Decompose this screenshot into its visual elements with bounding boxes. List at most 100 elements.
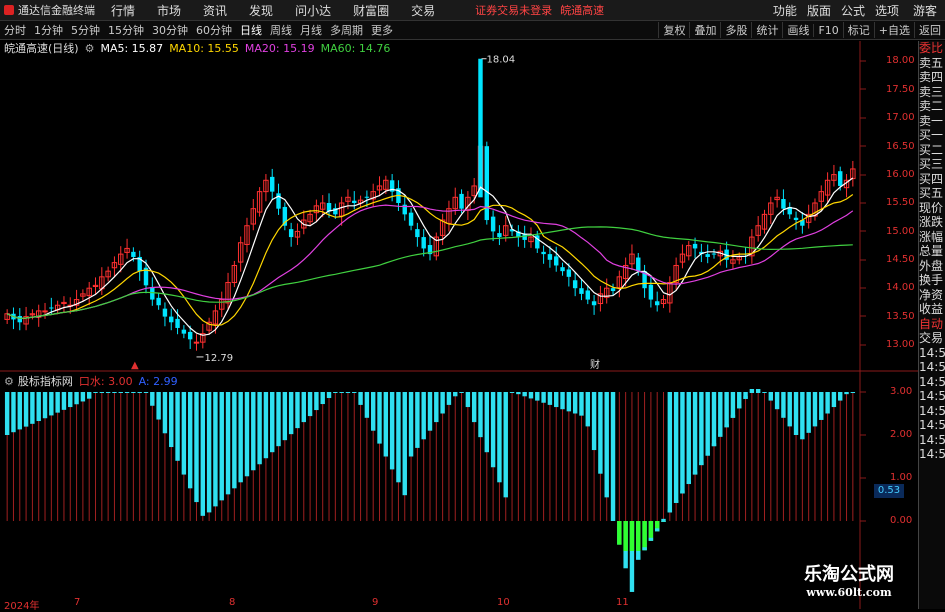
indicator-cyan-bar xyxy=(162,392,168,434)
indicator-cyan-bar xyxy=(238,392,243,483)
guest-user[interactable]: 游客 xyxy=(913,2,937,19)
menu-market[interactable]: 市场 xyxy=(157,2,181,19)
indicator-cyan-bar xyxy=(257,392,262,465)
period-1min[interactable]: 1分钟 xyxy=(30,22,67,38)
side-item: 涨跌 xyxy=(919,215,944,229)
period-5min[interactable]: 5分钟 xyxy=(67,22,104,38)
indicator-cyan-bar xyxy=(427,392,433,431)
price-tick: 17.00 xyxy=(886,112,915,123)
candle-down xyxy=(692,243,698,249)
tool-stats[interactable]: 统计 xyxy=(751,22,782,38)
indicator-cyan-bar xyxy=(364,392,370,418)
indicator-cyan-bar xyxy=(30,392,35,424)
indicator-cyan-bar xyxy=(673,392,679,503)
period-multi[interactable]: 多周期 xyxy=(326,22,367,38)
period-weekly[interactable]: 周线 xyxy=(266,22,296,38)
indicator-cyan-bar xyxy=(749,392,755,393)
indicator-cyan-bar xyxy=(705,392,710,456)
candle-down xyxy=(585,290,590,300)
toolbar: 复权 叠加 多股 统计 画线 F10 标记 +自选 返回 xyxy=(658,21,945,39)
indicator-cyan-bar xyxy=(509,392,515,393)
watermark: 乐淘公式网 www.60lt.com xyxy=(782,560,916,606)
indicator-dot xyxy=(718,433,723,437)
indicator-cyan-bar xyxy=(156,392,161,420)
indicator-cyan-bar xyxy=(80,392,86,402)
tool-mark[interactable]: 标记 xyxy=(842,22,874,38)
menu-quotes[interactable]: 行情 xyxy=(111,2,135,19)
indicator-cyan-bar xyxy=(169,392,174,448)
period-intraday[interactable]: 分时 xyxy=(0,22,30,38)
tool-f10[interactable]: F10 xyxy=(813,23,842,37)
side-item: 自动 xyxy=(919,316,944,331)
tool-draw[interactable]: 画线 xyxy=(782,22,813,38)
indicator-cyan-bar xyxy=(370,392,376,431)
period-monthly[interactable]: 月线 xyxy=(296,22,326,38)
indicator-dot xyxy=(673,499,679,503)
menu-options[interactable]: 选项 xyxy=(875,2,899,19)
indicator-cyan-bar xyxy=(585,392,590,427)
price-tick: 15.50 xyxy=(886,197,915,208)
date-tick: 10 xyxy=(497,597,510,608)
tool-adjust[interactable]: 复权 xyxy=(658,22,689,38)
indicator-cyan-bar xyxy=(730,392,736,418)
menu-layout[interactable]: 版面 xyxy=(807,2,831,19)
menu-news[interactable]: 资讯 xyxy=(203,2,227,19)
menu-function[interactable]: 功能 xyxy=(773,2,797,19)
candle-down xyxy=(131,251,136,257)
period-daily[interactable]: 日线 xyxy=(236,22,266,38)
menu-wealth[interactable]: 财富圈 xyxy=(353,2,389,19)
indicator-cyan-bar xyxy=(232,392,237,489)
indicator-cyan-bar xyxy=(339,392,344,393)
indicator-cyan-bar xyxy=(86,392,92,399)
indicator-cyan-bar xyxy=(175,392,180,461)
menu-assistant[interactable]: 问小达 xyxy=(295,2,331,19)
period-more[interactable]: 更多 xyxy=(367,22,397,38)
date-tick: 2024年 xyxy=(4,601,40,612)
indicator-cyan-bar xyxy=(345,392,351,393)
period-15min[interactable]: 15分钟 xyxy=(104,22,148,38)
indicator-cyan-bar xyxy=(93,392,98,393)
indicator-cyan-bar xyxy=(263,392,269,459)
tool-multi-stock[interactable]: 多股 xyxy=(720,22,751,38)
candle-down xyxy=(490,216,496,232)
settings-icon[interactable]: ⚙ xyxy=(85,42,95,55)
indicator-cyan-bar xyxy=(118,392,123,393)
settings-icon[interactable]: ⚙ xyxy=(4,375,14,388)
side-item: 14:50 xyxy=(919,447,945,461)
period-60min[interactable]: 60分钟 xyxy=(192,22,236,38)
indicator-green-bar xyxy=(642,521,647,551)
indicator-cyan-bar xyxy=(244,392,250,477)
menu-trade[interactable]: 交易 xyxy=(411,2,435,19)
candle-down xyxy=(484,146,490,221)
indicator-dot xyxy=(680,490,685,494)
ma20-label: MA20: 15.19 xyxy=(244,41,315,55)
tool-back[interactable]: 返回 xyxy=(914,22,945,38)
indicator-dot xyxy=(642,547,647,551)
tool-overlay[interactable]: 叠加 xyxy=(689,22,720,38)
indicator-cyan-bar xyxy=(471,392,477,423)
candle-down xyxy=(610,288,616,292)
indicator-cyan-bar xyxy=(440,392,445,414)
indicator-cyan-bar xyxy=(547,392,553,405)
indicator-cyan-bar xyxy=(42,392,48,419)
side-item: 收益 xyxy=(919,302,944,316)
indicator-cyan-bar xyxy=(453,392,458,397)
indicator-cyan-bar xyxy=(484,392,490,453)
menu-bar: 通达信金融终端 行情 市场 资讯 发现 问小达 财富圈 交易 证券交易未登录 皖… xyxy=(0,0,945,21)
indicator-cyan-bar xyxy=(17,392,22,430)
menu-discover[interactable]: 发现 xyxy=(249,2,273,19)
date-tick: 11 xyxy=(616,597,629,608)
login-warning[interactable]: 证券交易未登录 xyxy=(475,2,552,18)
period-30min[interactable]: 30分钟 xyxy=(148,22,192,38)
price-tick: 18.00 xyxy=(886,55,915,66)
indicator-cyan-bar xyxy=(535,392,540,401)
stock-chart[interactable]: 18.04 12.79 财 ▲ xyxy=(0,41,918,609)
indicator-cyan-bar xyxy=(421,392,426,440)
indicator-green-bar xyxy=(617,521,622,545)
indicator-dot xyxy=(636,556,641,560)
indicator-cyan-bar xyxy=(819,392,824,420)
side-item: 总量 xyxy=(919,244,944,258)
menu-formula[interactable]: 公式 xyxy=(841,2,865,19)
indicator-cyan-bar xyxy=(762,392,767,393)
tool-add-watch[interactable]: +自选 xyxy=(873,22,914,38)
